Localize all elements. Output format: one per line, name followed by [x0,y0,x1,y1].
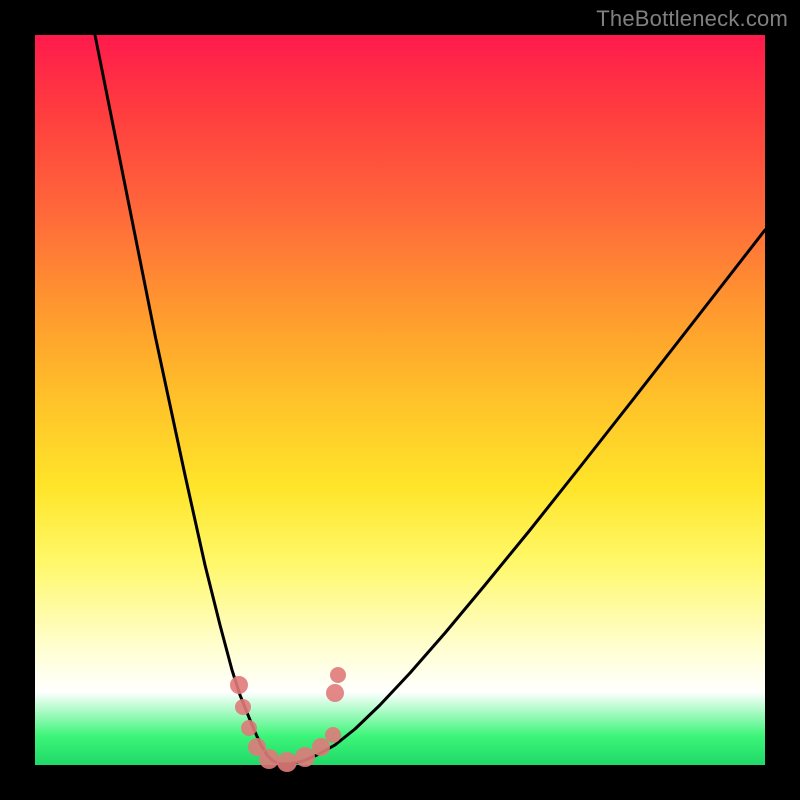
trough-marker [326,684,344,702]
trough-marker [277,752,297,772]
trough-marker [235,699,251,715]
chart-frame: TheBottleneck.com [0,0,800,800]
trough-marker [295,747,315,767]
trough-marker [312,738,330,756]
plot-area [35,35,765,765]
trough-marker [325,727,341,743]
trough-marker [241,720,257,736]
curve-layer [35,35,765,765]
trough-markers [230,667,346,772]
watermark-text: TheBottleneck.com [596,6,788,32]
trough-marker [230,676,248,694]
trough-marker [330,667,346,683]
bottleneck-curve [95,35,765,764]
curve-path [95,35,765,764]
trough-marker [259,749,279,769]
